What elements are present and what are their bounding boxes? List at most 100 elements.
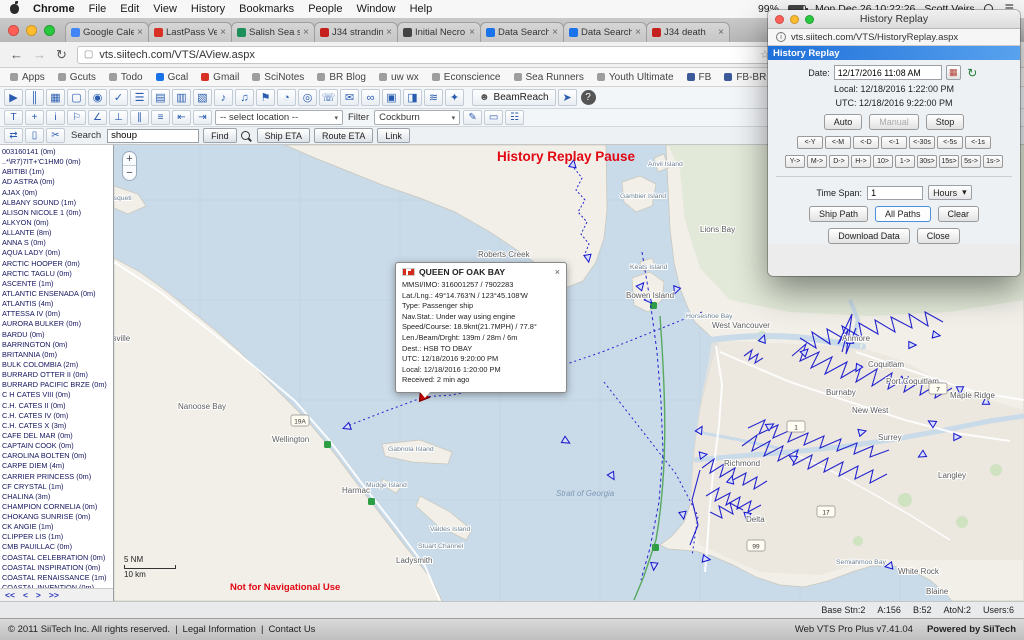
- vessel-row[interactable]: ALLANTE (8m): [2, 228, 113, 238]
- vessel-row[interactable]: COASTAL INSPIRATION (0m): [2, 563, 113, 573]
- bookmark-item[interactable]: uw wx: [379, 72, 419, 83]
- layers-list-icon[interactable]: ≡: [151, 110, 170, 125]
- vessel-row[interactable]: CK ANGIE (1m): [2, 522, 113, 532]
- step-back-button[interactable]: <-30s: [909, 136, 935, 149]
- step-forward-button[interactable]: 10>: [873, 155, 893, 168]
- replay-window-url[interactable]: vts.siitech.com/VTS/HistoryReplay.aspx: [791, 32, 958, 43]
- bearing-icon[interactable]: ⊥: [109, 110, 128, 125]
- route-eta-button[interactable]: Route ETA: [314, 128, 373, 143]
- url-text[interactable]: vts.siitech.com/VTS/AView.aspx: [99, 49, 754, 61]
- vessel-row[interactable]: ALISON NICOLE 1 (0m): [2, 208, 113, 218]
- zoom-out-button[interactable]: −: [123, 166, 136, 180]
- single-view-icon[interactable]: ▢: [67, 89, 86, 106]
- date-input[interactable]: [834, 65, 942, 80]
- vessel-row[interactable]: ARCTIC HOOPER (0m): [2, 259, 113, 269]
- browser-tab[interactable]: LastPass Ve ×: [148, 22, 232, 42]
- url-box[interactable]: ▢ vts.siitech.com/VTS/AView.aspx ☆: [77, 46, 777, 64]
- zoom-in-button[interactable]: +: [123, 152, 136, 166]
- vessel-row[interactable]: C.H. CATES X (3m): [2, 421, 113, 431]
- vessel-row[interactable]: CF CRYSTAL (1m): [2, 482, 113, 492]
- crosshair-icon[interactable]: +: [25, 110, 44, 125]
- calendar-icon[interactable]: ▦: [946, 65, 961, 80]
- step-forward-button[interactable]: 15s>: [939, 155, 959, 168]
- close-tab-icon[interactable]: ×: [718, 27, 724, 38]
- vessel-row[interactable]: BARDU (0m): [2, 330, 113, 340]
- find-button[interactable]: Find: [203, 128, 237, 143]
- menu-edit[interactable]: Edit: [120, 3, 139, 15]
- menu-view[interactable]: View: [153, 3, 177, 15]
- browser-tab[interactable]: J34 strandin ×: [314, 22, 398, 42]
- step-back-button[interactable]: <-Y: [797, 136, 823, 149]
- flag-icon[interactable]: ⚑: [256, 89, 275, 106]
- bookmark-item[interactable]: Sea Runners: [514, 72, 584, 83]
- forward-icon[interactable]: →: [33, 47, 46, 62]
- info-icon[interactable]: i: [776, 32, 786, 42]
- flag-outline-icon[interactable]: ⚐: [67, 110, 86, 125]
- step-back-button[interactable]: <-1: [881, 136, 907, 149]
- refresh-icon[interactable]: ↻: [965, 65, 980, 80]
- close-tab-icon[interactable]: ×: [635, 27, 641, 38]
- vessel-row[interactable]: ABITIBI (1m): [2, 167, 113, 177]
- vessel-row[interactable]: ATLANTIC ENSENADA (0m): [2, 289, 113, 299]
- vessel-row[interactable]: CARRIER PRINCESS (0m): [2, 472, 113, 482]
- center-target-icon[interactable]: ◉: [88, 89, 107, 106]
- step-forward-button[interactable]: Y->: [785, 155, 805, 168]
- measure-icon[interactable]: ▯: [25, 128, 44, 143]
- close-button[interactable]: Close: [917, 228, 960, 244]
- parallel-rule-icon[interactable]: ∥: [130, 110, 149, 125]
- close-tab-icon[interactable]: ×: [386, 27, 392, 38]
- legal-link[interactable]: Legal Information: [183, 624, 256, 635]
- back-icon[interactable]: ←: [10, 47, 23, 62]
- filter-select[interactable]: Cockburn ▾: [374, 110, 460, 125]
- bookmark-item[interactable]: BR Blog: [317, 72, 366, 83]
- vessel-row[interactable]: AJAX (0m): [2, 188, 113, 198]
- vessel-row[interactable]: BURRARD OTTER II (0m): [2, 370, 113, 380]
- forward-tool-icon[interactable]: ➤: [558, 89, 577, 106]
- step-forward-button[interactable]: M->: [807, 155, 827, 168]
- step-back-button[interactable]: <-D: [853, 136, 879, 149]
- table-view-icon[interactable]: ▤: [151, 89, 170, 106]
- stop-button[interactable]: Stop: [926, 114, 965, 130]
- step-back-button[interactable]: <-5s: [937, 136, 963, 149]
- link-button[interactable]: Link: [377, 128, 410, 143]
- close-tab-icon[interactable]: ×: [137, 27, 143, 38]
- clear-button[interactable]: Clear: [938, 206, 980, 222]
- manual-button[interactable]: Manual: [869, 114, 919, 130]
- waves-icon[interactable]: ≋: [424, 89, 443, 106]
- close-tab-icon[interactable]: ×: [220, 27, 226, 38]
- vessel-row[interactable]: ASCENTE (1m): [2, 279, 113, 289]
- bookmark-item[interactable]: Apps: [10, 72, 45, 83]
- close-tab-icon[interactable]: ×: [469, 27, 475, 38]
- apple-menu-icon[interactable]: [10, 4, 19, 14]
- check-icon[interactable]: ✓: [109, 89, 128, 106]
- vessel-row[interactable]: BRITANNIA (0m): [2, 350, 113, 360]
- bookmark-item[interactable]: Econscience: [432, 72, 501, 83]
- go-last-icon[interactable]: ⇥: [193, 110, 212, 125]
- grid-layers-icon[interactable]: ☷: [505, 110, 524, 125]
- vessel-row[interactable]: AQUA LADY (0m): [2, 248, 113, 258]
- ship-eta-button[interactable]: Ship ETA: [257, 128, 310, 143]
- vessel-row[interactable]: ATLANTIS (4m): [2, 299, 113, 309]
- edit-icon[interactable]: ✎: [463, 110, 482, 125]
- vessel-row[interactable]: C H CATES VIII (0m): [2, 390, 113, 400]
- browser-tab[interactable]: J34 death ×: [646, 22, 730, 42]
- popup-close-icon[interactable]: ×: [555, 267, 560, 277]
- pause-icon[interactable]: ║: [25, 89, 44, 106]
- menu-help[interactable]: Help: [410, 3, 433, 15]
- menu-people[interactable]: People: [308, 3, 342, 15]
- vessel-row[interactable]: CHOKANG SUNRISE (0m): [2, 512, 113, 522]
- vessel-row[interactable]: CLIPPER LIS (1m): [2, 532, 113, 542]
- vessel-row[interactable]: CMB PAUILLAC (0m): [2, 542, 113, 552]
- columns-view-icon[interactable]: ▥: [172, 89, 191, 106]
- pager-button[interactable]: <: [23, 590, 28, 600]
- replay-window-titlebar[interactable]: History Replay: [768, 10, 1020, 29]
- bookmark-item[interactable]: Todo: [109, 72, 143, 83]
- vessel-row[interactable]: C.H. CATES II (0m): [2, 401, 113, 411]
- swap-icon[interactable]: ⇄: [4, 128, 23, 143]
- step-back-button[interactable]: <-1s: [965, 136, 991, 149]
- vessel-row[interactable]: AURORA BULKER (0m): [2, 319, 113, 329]
- step-forward-button[interactable]: H->: [851, 155, 871, 168]
- auto-button[interactable]: Auto: [824, 114, 863, 130]
- phone-icon[interactable]: ☏: [319, 89, 338, 106]
- help-icon[interactable]: ?: [581, 90, 596, 105]
